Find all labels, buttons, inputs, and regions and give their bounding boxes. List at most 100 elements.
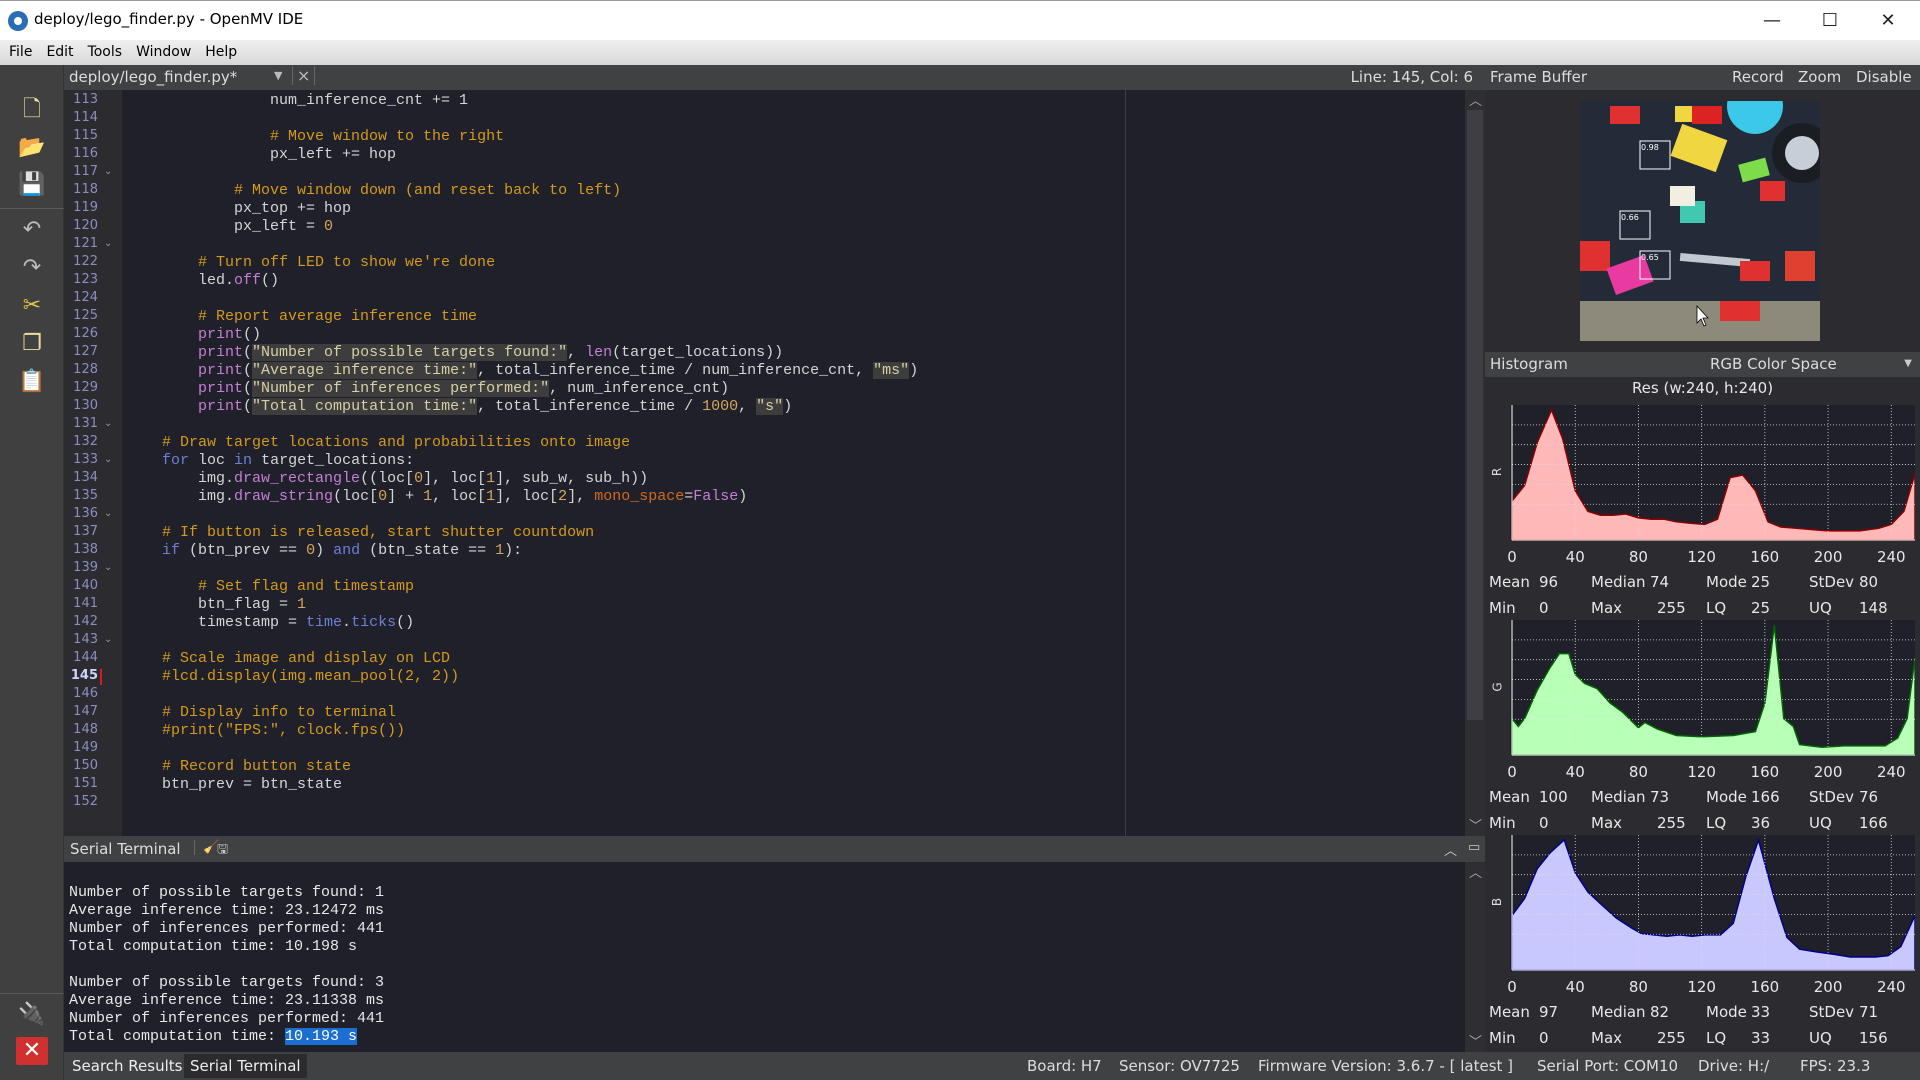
line-number: 118 — [73, 182, 98, 197]
code-line: #print("FPS:", clock.fps()) — [126, 722, 405, 740]
scroll-up-icon[interactable]: ︿ — [1469, 90, 1482, 109]
fold-chevron-icon[interactable]: ⌄ — [104, 418, 112, 429]
record-button[interactable]: Record — [1732, 68, 1784, 86]
stat-value-mean: 100 — [1539, 788, 1568, 806]
code-token: 1000 — [702, 398, 739, 415]
window-title: deploy/lego_finder.py - OpenMV IDE — [34, 10, 304, 28]
serial-terminal-output[interactable]: Number of possible targets found: 1 Avera… — [64, 862, 1465, 1052]
terminal-line: Total computation time: 10.198 s — [69, 938, 357, 956]
stat-label-median: Median — [1591, 788, 1646, 806]
code-token: () — [261, 272, 280, 289]
stat-value-min: 0 — [1539, 1029, 1549, 1047]
disable-button[interactable]: Disable — [1856, 68, 1912, 86]
code-token: , num_inference_cnt) — [549, 380, 730, 397]
code-token: time — [306, 614, 343, 631]
tab-serial-terminal[interactable]: Serial Terminal — [184, 1054, 307, 1078]
fold-chevron-icon[interactable]: ⌄ — [104, 454, 112, 465]
undo-icon[interactable]: ↶ — [16, 215, 48, 245]
code-token: ) — [909, 362, 919, 379]
copy-icon[interactable]: ❐ — [16, 329, 48, 359]
clear-terminal-icon[interactable]: 🧹 — [194, 840, 219, 855]
x-tick-label: 80 — [1628, 978, 1648, 996]
file-dropdown-icon[interactable]: ▼ — [274, 69, 282, 82]
connect-icon[interactable]: 🔌 — [16, 1000, 48, 1030]
fold-chevron-icon[interactable]: ⌄ — [104, 634, 112, 645]
menu-tools[interactable]: Tools — [81, 40, 130, 65]
detection-label: 0.65 — [1641, 253, 1659, 262]
scroll-down-icon[interactable]: ﹀ — [1469, 1031, 1482, 1050]
code-editor[interactable]: num_inference_cnt += 1 # Move window to … — [122, 90, 1465, 836]
scrollbar-thumb[interactable] — [1467, 110, 1483, 720]
save-icon[interactable]: 💾 — [16, 170, 48, 200]
code-token: () — [243, 326, 262, 343]
code-token: mono_space — [594, 488, 685, 505]
selected-text[interactable]: 10.193 s — [285, 1028, 358, 1045]
code-line: # Display info to terminal — [126, 704, 396, 722]
paste-icon[interactable]: 📋 — [16, 367, 48, 397]
cut-icon[interactable]: ✂ — [16, 291, 48, 321]
fold-chevron-icon[interactable]: ⌄ — [104, 166, 112, 177]
zoom-button[interactable]: Zoom — [1798, 68, 1841, 86]
save-terminal-icon[interactable]: 🖫 — [217, 840, 228, 862]
line-number: 117 — [73, 164, 98, 179]
title-bar: deploy/lego_finder.py - OpenMV IDE — ☐ ✕ — [0, 0, 1920, 40]
chevron-down-icon[interactable]: ▼ — [1904, 358, 1912, 369]
scroll-up-icon[interactable]: ︿ — [1469, 862, 1482, 881]
line-number: 120 — [73, 218, 98, 233]
line-number: 134 — [73, 470, 98, 485]
stat-value-lq: 25 — [1751, 599, 1771, 617]
line-number: 124 — [73, 290, 98, 305]
code-token: led. — [126, 272, 235, 289]
right-panel: Frame Buffer Record Zoom Disable 0.98 0.… — [1485, 65, 1920, 1052]
close-file-icon[interactable]: × — [292, 66, 316, 85]
frame-buffer-image[interactable]: 0.98 0.66 0.65 — [1580, 101, 1820, 341]
redo-icon[interactable]: ↷ — [16, 253, 48, 283]
terminal-text: Number of possible targets found: 3 — [69, 974, 385, 991]
code-line: # Move window to the right — [126, 128, 504, 146]
fold-chevron-icon[interactable]: ⌄ — [104, 562, 112, 573]
scroll-down-icon[interactable]: ﹀ — [1469, 815, 1482, 834]
code-token: px_top += hop — [126, 200, 352, 217]
file-tab[interactable]: deploy/lego_finder.py* — [69, 68, 237, 86]
code-token: 1 — [297, 596, 307, 613]
editor-scrollbar[interactable]: ︿ ﹀ — [1465, 90, 1485, 836]
terminal-scrollbar[interactable]: ︿ ﹀ — [1465, 862, 1485, 1052]
line-number: 147 — [73, 704, 98, 719]
line-number: 119 — [73, 200, 98, 215]
new-file-icon[interactable]: 🗋 — [16, 95, 48, 125]
open-folder-icon[interactable]: 📂 — [16, 133, 48, 163]
x-tick-label: 0 — [1507, 763, 1517, 781]
collapse-icon[interactable]: ︿ — [1444, 840, 1457, 859]
fold-chevron-icon[interactable]: ⌄ — [104, 508, 112, 519]
tab-search-results[interactable]: Search Results — [66, 1054, 188, 1078]
line-number: 152 — [73, 794, 98, 809]
maximize-button[interactable]: ☐ — [1810, 7, 1850, 35]
code-token: () — [396, 614, 415, 631]
line-number: 143 — [73, 632, 98, 647]
x-tick-label: 240 — [1876, 763, 1906, 781]
code-token: ) — [315, 542, 334, 559]
firmware-status[interactable]: Firmware Version: 3.6.7 - [ latest ] — [1258, 1057, 1513, 1075]
minimize-button[interactable]: — — [1752, 7, 1792, 35]
close-button[interactable]: ✕ — [1868, 7, 1908, 35]
frame-buffer-title: Frame Buffer — [1490, 68, 1588, 86]
panel-menu-icon[interactable]: ▭ — [1468, 840, 1480, 855]
code-token: timestamp = — [126, 614, 307, 631]
stat-value-mean: 97 — [1539, 1003, 1559, 1021]
menu-file[interactable]: File — [0, 40, 39, 65]
menu-edit[interactable]: Edit — [39, 40, 80, 65]
fold-chevron-icon[interactable]: ⌄ — [104, 238, 112, 249]
right-margin-line — [1125, 90, 1126, 836]
histogram-title: Histogram — [1490, 355, 1568, 373]
stop-icon[interactable]: ✕ — [16, 1037, 48, 1065]
menu-help[interactable]: Help — [198, 40, 244, 65]
histogram-g: G 0 40 80 120 160 200 240 Mean 100 Median 73 Mode 166… — [1485, 620, 1920, 840]
color-space-select[interactable]: RGB Color Space — [1710, 355, 1837, 373]
code-token: 1 — [486, 488, 496, 505]
stat-value-lq: 33 — [1751, 1029, 1771, 1047]
stat-value-stdev: 71 — [1859, 1003, 1879, 1021]
menu-window[interactable]: Window — [129, 40, 198, 65]
terminal-line: Total computation time: 10.193 s — [69, 1028, 358, 1046]
